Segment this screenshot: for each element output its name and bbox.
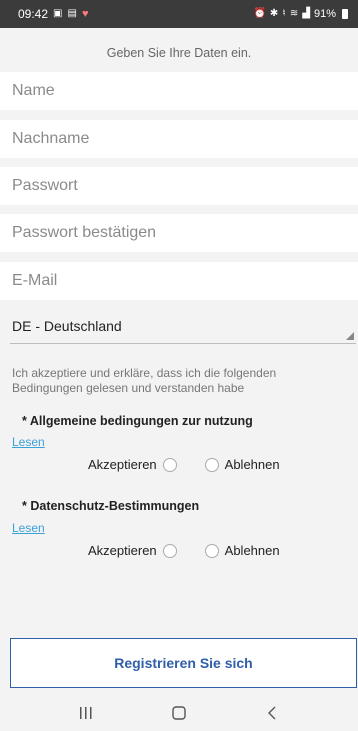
mute-icon: ♮ [282,8,286,19]
terms-accept-option[interactable]: Akzeptieren [88,457,177,472]
battery-icon [342,9,348,19]
terms-read-link[interactable]: Lesen [12,435,45,449]
name-field-container [0,72,358,110]
status-left: 09:42 ▣ ▤ ♥ [18,7,88,21]
heart-icon: ♥ [81,8,89,20]
home-icon [172,705,186,720]
privacy-accept-radio[interactable] [162,543,177,558]
country-select[interactable]: DE - Deutschland [10,308,356,344]
terms-reject-label: Ablehnen [224,457,280,472]
battery-percent: 91% [313,8,336,20]
terms-reject-radio[interactable] [204,457,219,472]
recent-apps-icon [80,706,92,719]
dropdown-triangle-icon [346,332,354,340]
form-subtitle: Geben Sie Ihre Daten ein. [106,46,252,60]
password-field-container [0,167,358,205]
wifi-icon: ≋ [289,8,299,19]
privacy-section-title: * Datenschutz-Bestimmungen [22,499,200,513]
terms-radio-group: Akzeptieren Ablehnen [88,457,280,472]
privacy-reject-option[interactable]: Ablehnen [204,543,280,558]
privacy-reject-radio[interactable] [204,543,219,558]
recent-apps-button[interactable] [66,698,106,728]
terms-accept-label: Akzeptieren [88,457,157,472]
status-right: ⏰ ✱ ♮ ≋ ▟ 91% [253,8,348,20]
terms-intro: Ich akzeptiere und erkläre, dass ich die… [12,366,277,395]
status-bar: 09:42 ▣ ▤ ♥ ⏰ ✱ ♮ ≋ ▟ 91% [0,0,358,28]
status-time: 09:42 [18,7,49,21]
country-select-value: DE - Deutschland [12,317,122,334]
privacy-radio-group: Akzeptieren Ablehnen [88,543,280,558]
privacy-read-link[interactable]: Lesen [12,521,45,535]
confirm-password-field-container [0,214,358,252]
android-nav-bar [0,694,358,731]
signal-icon: ▟ [302,8,310,19]
register-button[interactable]: Registrieren Sie sich [10,638,357,688]
terms-section-title: * Allgemeine bedingungen zur nutzung [22,414,253,428]
back-button[interactable] [252,698,292,728]
password-field[interactable] [12,177,346,195]
home-button[interactable] [159,698,199,728]
terms-accept-radio[interactable] [162,457,177,472]
lastname-field[interactable] [12,130,346,148]
privacy-accept-label: Akzeptieren [88,543,157,558]
alarm-icon: ⏰ [253,8,266,19]
confirm-password-field[interactable] [12,224,346,242]
privacy-reject-label: Ablehnen [224,543,280,558]
bluetooth-icon: ✱ [269,8,279,19]
back-icon [267,706,276,719]
name-field[interactable] [12,82,346,100]
gallery-icon: ▣ [53,8,63,19]
email-field-container [0,262,358,300]
screenshot-icon: ▤ [67,8,77,19]
email-field[interactable] [12,272,346,290]
lastname-field-container [0,120,358,158]
privacy-accept-option[interactable]: Akzeptieren [88,543,177,558]
terms-reject-option[interactable]: Ablehnen [204,457,280,472]
